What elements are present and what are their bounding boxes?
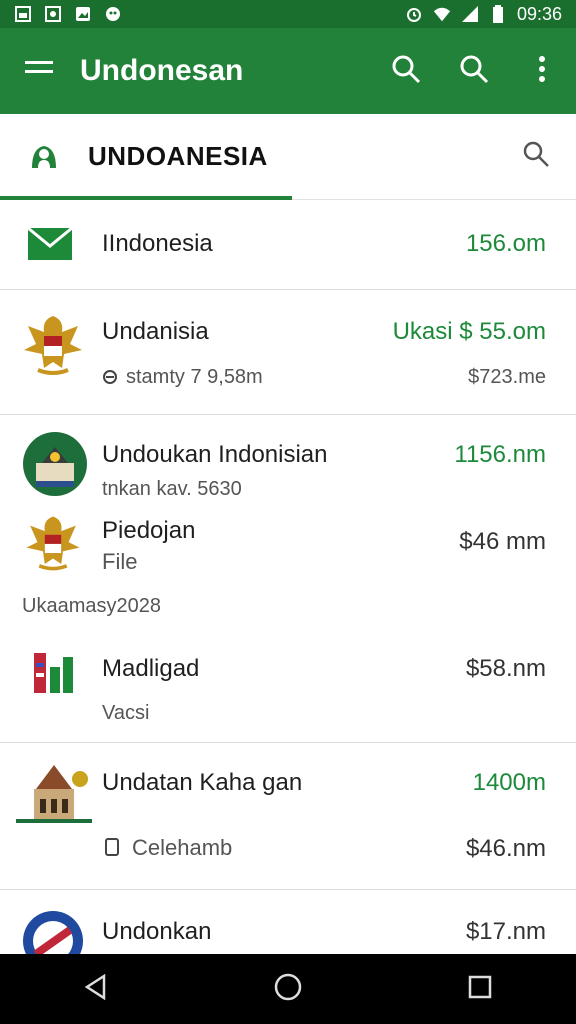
system-nav-bar xyxy=(0,954,576,1024)
item-amount: $17.nm xyxy=(465,918,546,945)
search-button-secondary[interactable] xyxy=(440,28,508,114)
search-icon xyxy=(459,54,489,89)
item-amount: 1156.nm xyxy=(454,441,546,468)
search-icon xyxy=(522,140,550,173)
recents-square-icon xyxy=(467,974,493,1005)
search-button[interactable] xyxy=(372,28,440,114)
item-amount: 156.om xyxy=(465,230,546,257)
menu-button[interactable] xyxy=(0,28,80,114)
list-item[interactable]: Undatan Kaha gan 1400m Celehamb $46.nm xyxy=(0,743,576,890)
item-subtitle: stamty 7 9,58m xyxy=(126,366,263,388)
recents-button[interactable] xyxy=(450,959,510,1019)
document-icon xyxy=(104,837,120,862)
item-title: Undanisia xyxy=(102,318,209,345)
item-sub-amount: $723.me xyxy=(468,366,546,388)
list-item[interactable]: Undonkan $17.nm xyxy=(0,890,576,954)
home-button[interactable] xyxy=(258,959,318,1019)
item-amount: 1400m xyxy=(472,769,546,796)
group-label: Ukaamasy2028 xyxy=(22,595,161,617)
app-title: Undonesan xyxy=(80,54,244,87)
garuda-emblem-icon xyxy=(18,511,88,580)
status-time: 09:36 xyxy=(516,3,562,24)
building-icon xyxy=(16,759,92,830)
item-title: Undonkan xyxy=(102,918,212,945)
item-subtitle: File xyxy=(102,549,138,574)
photo-notification-icon xyxy=(74,5,92,23)
app-bar: Undonesan xyxy=(0,28,576,114)
back-button[interactable] xyxy=(66,959,126,1019)
alarm-icon xyxy=(405,5,423,23)
battery-icon xyxy=(489,5,507,23)
tab-undoanesia[interactable]: UNDOANESIA xyxy=(88,141,496,172)
app-notification-icon xyxy=(44,5,62,23)
badge-icon xyxy=(22,910,84,954)
item-sub-amount: $46.nm xyxy=(465,835,546,862)
list-item-group[interactable]: Undoukan Indonisian 1156.nm tnkan kav. 5… xyxy=(0,415,576,743)
more-options-button[interactable] xyxy=(508,28,576,114)
item-title: Piedojan xyxy=(102,517,196,544)
tab-search-button[interactable] xyxy=(496,140,576,173)
tab-row: UNDOANESIA xyxy=(0,114,576,200)
item-amount: $46 mm xyxy=(459,528,546,555)
gallery-notification-icon xyxy=(14,5,32,23)
list-item[interactable]: Undanisia Ukasi $ 55.om stamty 7 9,58m $… xyxy=(0,290,576,415)
item-title: Undoukan Indonisian xyxy=(102,441,328,468)
wifi-icon xyxy=(433,5,451,23)
garuda-emblem-icon xyxy=(18,310,88,385)
item-amount: $58.nm xyxy=(465,655,546,682)
list-item[interactable]: IIndonesia 156.om xyxy=(0,200,576,290)
back-triangle-icon xyxy=(84,973,108,1005)
tab-account-icon xyxy=(0,142,88,172)
home-circle-icon xyxy=(273,972,303,1007)
search-icon xyxy=(391,54,421,89)
menu-icon xyxy=(25,59,55,84)
item-subtitle: Celehamb xyxy=(132,835,233,860)
cloud-notification-icon xyxy=(104,5,122,23)
item-title: Madligad xyxy=(102,655,200,682)
status-bar: 09:36 xyxy=(0,0,576,28)
bar-chart-icon xyxy=(32,649,76,700)
item-amount: Ukasi $ 55.om xyxy=(392,318,546,345)
stamp-icon xyxy=(102,369,118,390)
more-vert-icon xyxy=(538,55,546,88)
item-subtitle: Vacsi xyxy=(102,702,150,724)
mosque-emblem-icon xyxy=(22,431,88,502)
item-title: Undatan Kaha gan xyxy=(102,769,303,796)
mail-icon xyxy=(26,224,74,269)
transaction-list: IIndonesia 156.om Undanisia Ukasi $ 55.o… xyxy=(0,200,576,954)
item-subtitle: tnkan kav. 5630 xyxy=(102,478,242,500)
item-title: IIndonesia xyxy=(102,230,213,257)
signal-icon xyxy=(461,5,479,23)
